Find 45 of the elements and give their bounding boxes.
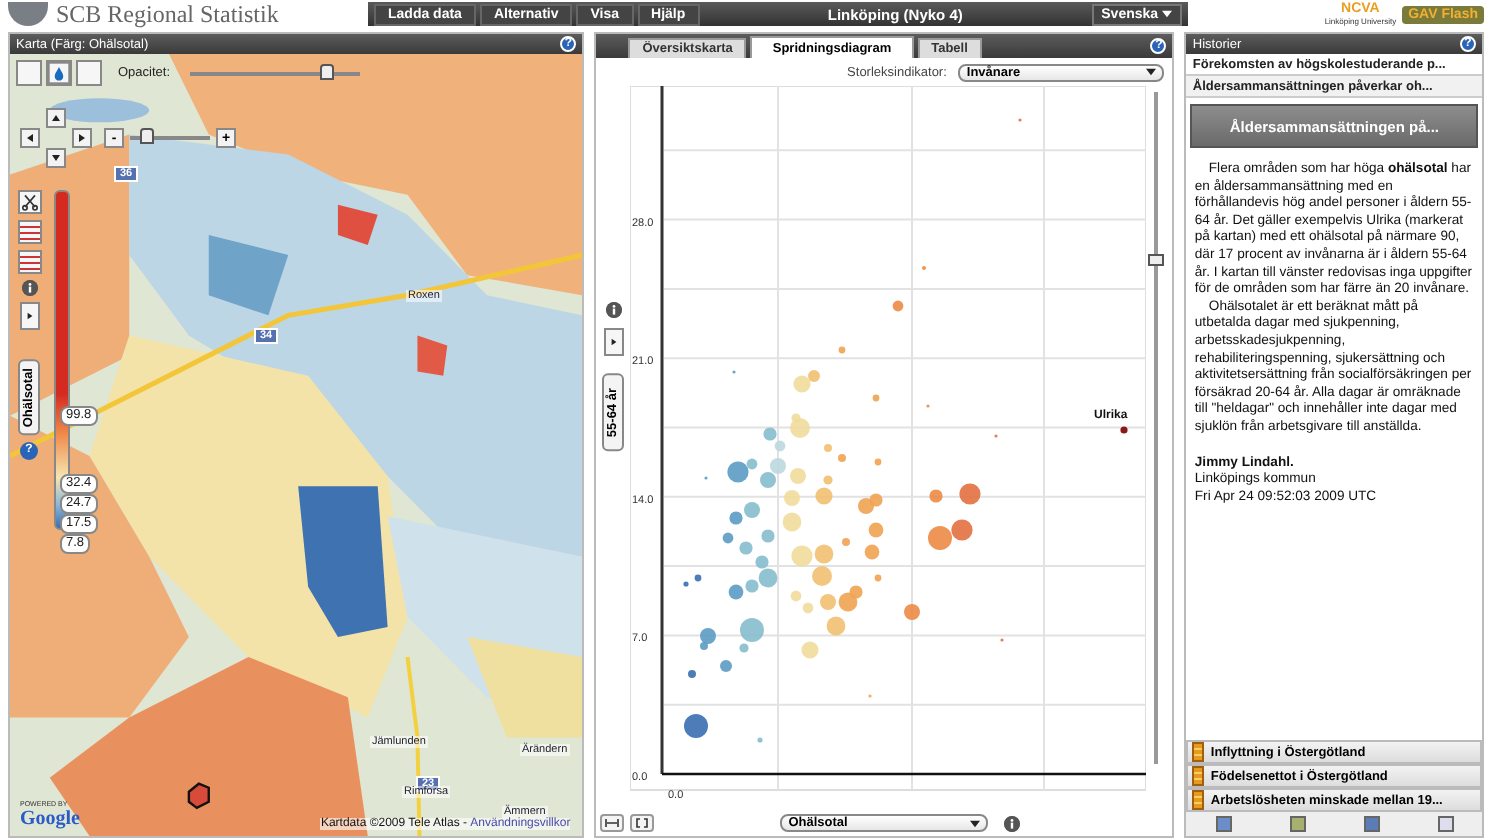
data-bubble[interactable]: [873, 394, 880, 402]
caret-icon: [1162, 9, 1172, 17]
highlighted-point[interactable]: [1120, 426, 1128, 434]
slider-thumb[interactable]: [1148, 254, 1165, 266]
provider-logo-text: Google: [20, 808, 80, 830]
data-bubble[interactable]: [893, 300, 904, 312]
list-icon[interactable]: [17, 220, 41, 244]
list-icon[interactable]: [17, 250, 41, 274]
marked-area[interactable]: [187, 782, 210, 810]
data-bubble[interactable]: [929, 489, 943, 503]
info-icon[interactable]: [1004, 815, 1021, 831]
data-bubble[interactable]: [727, 461, 749, 483]
play-icon[interactable]: [19, 302, 39, 330]
map-region[interactable]: [417, 335, 448, 376]
data-bubble[interactable]: [951, 519, 973, 541]
data-bubble[interactable]: [875, 458, 882, 466]
data-bubble[interactable]: [875, 574, 882, 582]
data-bubble[interactable]: [839, 346, 846, 354]
scissors-icon[interactable]: [17, 190, 41, 214]
caret-icon: [1146, 68, 1157, 76]
data-bubble[interactable]: [740, 618, 765, 642]
info-icon[interactable]: [605, 302, 622, 318]
calendar-icon[interactable]: [1289, 816, 1306, 832]
data-bubble[interactable]: [904, 604, 921, 620]
bracket-icon[interactable]: [630, 814, 655, 832]
document-icon[interactable]: [1437, 816, 1454, 832]
map-region[interactable]: [337, 204, 378, 245]
folder-icon[interactable]: [1363, 816, 1380, 832]
y-range-slider[interactable]: [1154, 92, 1159, 764]
logo-icon: [8, 2, 48, 26]
pan-right-icon[interactable]: [72, 128, 92, 148]
data-bubble[interactable]: [928, 526, 953, 550]
water-drop-icon[interactable]: [46, 60, 72, 86]
data-bubble[interactable]: [688, 670, 697, 678]
notebook-icon[interactable]: [1215, 816, 1232, 832]
caret-icon: [970, 819, 981, 827]
data-bubble[interactable]: [684, 714, 709, 738]
data-bubble[interactable]: [959, 483, 981, 505]
data-bubble[interactable]: [757, 737, 763, 743]
play-icon[interactable]: [603, 328, 624, 356]
pan-up-icon[interactable]: [46, 108, 66, 128]
fit-width-icon[interactable]: [600, 814, 625, 832]
pan-down-icon[interactable]: [46, 148, 66, 168]
app-logo-text: SCB Regional Statistik: [56, 0, 279, 28]
pan-left-icon[interactable]: [20, 128, 40, 148]
